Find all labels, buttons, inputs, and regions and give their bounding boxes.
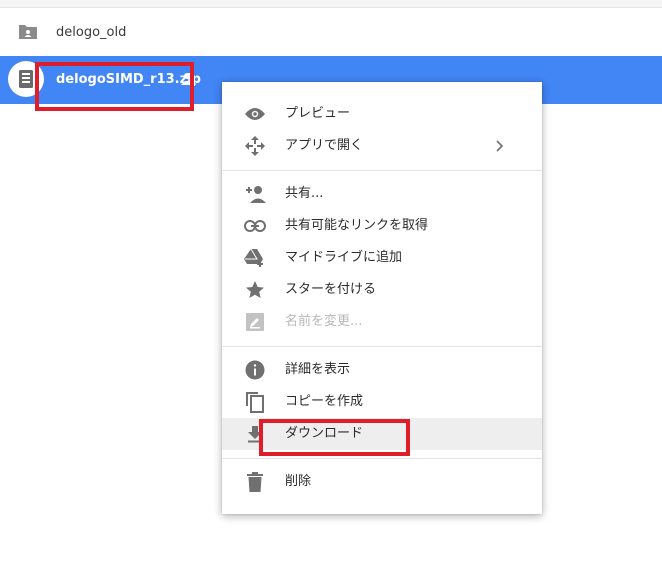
list-header-strip — [0, 0, 662, 8]
rename-icon — [244, 312, 266, 332]
menu-item-open-with[interactable]: アプリで開く — [222, 130, 542, 162]
annotation-highlight-download — [259, 419, 410, 456]
menu-item-make-copy[interactable]: コピーを作成 — [222, 386, 542, 418]
menu-item-label: 詳細を表示 — [285, 362, 351, 377]
copy-icon — [244, 392, 266, 413]
drive-add-icon — [244, 248, 266, 268]
menu-item-label: マイドライブに追加 — [285, 250, 403, 265]
annotation-highlight-filename — [35, 62, 194, 111]
menu-item-label: プレビュー — [285, 106, 351, 121]
menu-item-share[interactable]: 共有... — [222, 178, 542, 210]
chevron-right-icon — [496, 140, 504, 152]
menu-item-get-link[interactable]: 共有可能なリンクを取得 — [222, 210, 542, 242]
menu-item-add-to-drive[interactable]: マイドライブに追加 — [222, 242, 542, 274]
menu-divider — [222, 458, 542, 459]
menu-divider — [222, 346, 542, 347]
menu-item-star[interactable]: スターを付ける — [222, 274, 542, 306]
menu-item-delete[interactable]: 削除 — [222, 466, 542, 498]
menu-item-rename: 名前を変更... — [222, 306, 542, 338]
menu-item-details[interactable]: 詳細を表示 — [222, 354, 542, 386]
open-with-icon — [244, 136, 266, 156]
trash-icon — [244, 472, 266, 492]
menu-divider — [222, 170, 542, 171]
zip-file-icon — [19, 70, 33, 88]
menu-item-label: アプリで開く — [285, 138, 364, 153]
menu-item-label: 共有... — [285, 186, 324, 201]
menu-item-preview[interactable]: プレビュー — [222, 98, 542, 130]
menu-item-label: 削除 — [285, 474, 312, 489]
eye-icon — [244, 104, 266, 124]
person-add-icon — [244, 184, 266, 204]
link-icon — [244, 216, 266, 236]
shared-folder-icon — [19, 25, 37, 39]
menu-item-label: 名前を変更... — [285, 314, 363, 329]
info-icon — [244, 360, 266, 380]
menu-item-label: 共有可能なリンクを取得 — [285, 218, 429, 233]
folder-name[interactable]: delogo_old — [56, 24, 126, 42]
menu-item-label: コピーを作成 — [285, 394, 364, 409]
star-icon — [244, 280, 266, 300]
menu-item-label: スターを付ける — [285, 282, 377, 297]
